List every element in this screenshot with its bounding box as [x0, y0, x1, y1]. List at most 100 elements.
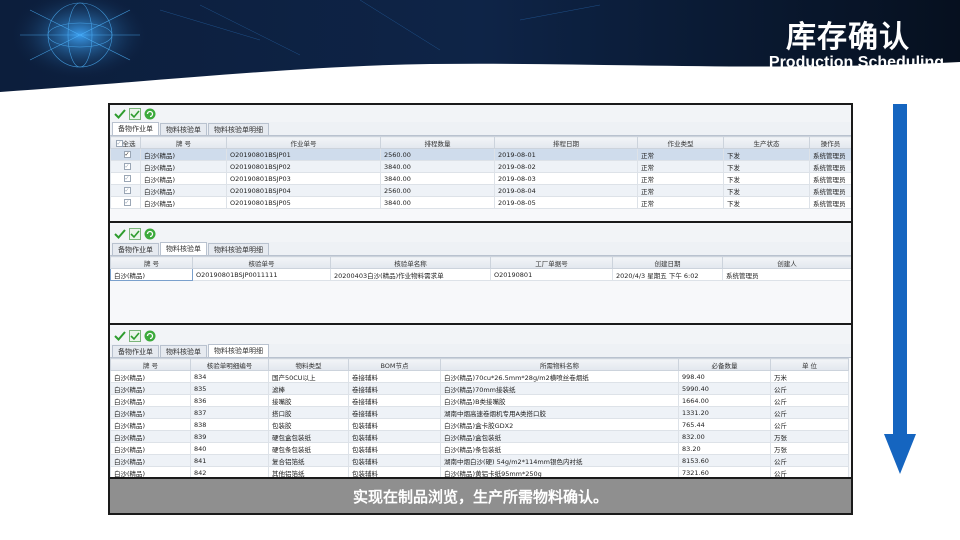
toolbar — [110, 105, 851, 122]
column-header[interactable]: 单 位 — [770, 358, 849, 371]
check-save-icon[interactable] — [113, 329, 126, 342]
table-cell: 湖南中烟白沙(硬) 54g/m2*114mm银色内衬纸 — [440, 454, 679, 467]
check-save-icon[interactable] — [113, 107, 126, 120]
row-checkbox[interactable]: ✓ — [123, 187, 131, 194]
check-save-icon[interactable] — [113, 227, 126, 240]
tab-verification-detail[interactable]: 物料核验单明细 — [208, 123, 269, 135]
refresh-icon[interactable] — [143, 329, 156, 342]
table-row[interactable]: 白沙(精品) O20190801BSJP0011111 20200403白沙(精… — [110, 268, 851, 281]
column-header[interactable]: 创建人 — [722, 256, 851, 269]
table-cell: 白沙(精品) — [110, 406, 191, 419]
table-cell: 公斤 — [770, 382, 849, 395]
table-cell: 838 — [190, 418, 269, 431]
column-header[interactable]: 必备数量 — [678, 358, 771, 371]
table-cell: 系统管理员 — [809, 160, 851, 173]
table-row[interactable]: 白沙(精品) 841 复合铝箔纸 包装辅料 湖南中烟白沙(硬) 54g/m2*1… — [110, 454, 849, 467]
row-checkbox[interactable]: ✓ — [123, 151, 131, 158]
table-cell: 2560.00 — [380, 148, 495, 161]
column-header[interactable]: 创建日期 — [612, 256, 723, 269]
work-order-panel: 备物作业单 物料核验单 物料核验单明细 ✓全选 牌 号 作业单号 排程数量 排程… — [110, 105, 851, 223]
table-row[interactable]: 白沙(精品) 835 滤棒 卷接辅料 白沙(精品)70mm接装纸 5990.40… — [110, 382, 849, 395]
column-header[interactable]: 核验单明细编号 — [190, 358, 269, 371]
table-cell: 下发 — [723, 160, 810, 173]
row-checkbox[interactable]: ✓ — [123, 163, 131, 170]
row-checkbox-cell[interactable]: ✓ — [110, 184, 141, 197]
column-header[interactable]: 物料类型 — [268, 358, 349, 371]
select-all-header[interactable]: ✓全选 — [110, 136, 141, 149]
table-cell: 正常 — [637, 184, 724, 197]
tab-verification-order[interactable]: 物料核验单 — [160, 123, 207, 135]
column-header[interactable]: 生产状态 — [723, 136, 810, 149]
table-row[interactable]: ✓ 白沙(精品) O20190801BSJP04 2560.00 2019-08… — [110, 184, 851, 197]
table-cell: 2020/4/3 星期五 下午 6:02 — [612, 268, 723, 281]
table-cell: 系统管理员 — [809, 148, 851, 161]
column-header[interactable]: 作业单号 — [226, 136, 381, 149]
tab-work-order[interactable]: 备物作业单 — [112, 345, 159, 357]
tab-work-order[interactable]: 备物作业单 — [112, 243, 159, 255]
table-row[interactable]: 白沙(精品) 842 其他铝箔纸 包装辅料 白沙(精品)黄铝卡纸95mm*250… — [110, 466, 849, 477]
row-checkbox[interactable]: ✓ — [123, 175, 131, 182]
table-cell: 下发 — [723, 172, 810, 185]
check-confirm-icon[interactable] — [128, 107, 141, 120]
table-row[interactable]: ✓ 白沙(精品) O20190801BSJP02 3840.00 2019-08… — [110, 160, 851, 173]
tab-verification-detail[interactable]: 物料核验单明细 — [208, 344, 269, 357]
table-row[interactable]: ✓ 白沙(精品) O20190801BSJP03 3840.00 2019-08… — [110, 172, 851, 185]
table-cell: 包装辅料 — [348, 454, 441, 467]
table-cell: 998.40 — [678, 370, 771, 383]
column-header[interactable]: 排程日期 — [494, 136, 638, 149]
table-cell: 复合铝箔纸 — [268, 454, 349, 467]
refresh-icon[interactable] — [143, 227, 156, 240]
table-cell: O20190801BSJP0011111 — [192, 268, 331, 281]
table-cell: 正常 — [637, 148, 724, 161]
table-cell: 系统管理员 — [809, 172, 851, 185]
check-confirm-icon[interactable] — [128, 227, 141, 240]
table-cell: 卷接辅料 — [348, 394, 441, 407]
row-checkbox-cell[interactable]: ✓ — [110, 148, 141, 161]
table-cell: 8153.60 — [678, 454, 771, 467]
table-cell: 白沙(精品) — [110, 370, 191, 383]
table-row[interactable]: 白沙(精品) 840 硬包条包装纸 包装辅料 白沙(精品)条包装纸 83.20 … — [110, 442, 849, 455]
column-header[interactable]: 核验单名称 — [330, 256, 491, 269]
table-cell: 2019-08-05 — [494, 196, 638, 209]
column-header[interactable]: 核验单号 — [192, 256, 331, 269]
table-cell: 3840.00 — [380, 196, 495, 209]
row-checkbox[interactable]: ✓ — [123, 199, 131, 206]
column-header[interactable]: 牌 号 — [110, 358, 191, 371]
table-row[interactable]: ✓ 白沙(精品) O20190801BSJP05 3840.00 2019-08… — [110, 196, 851, 209]
table-row[interactable]: 白沙(精品) 836 接嘴胶 卷接辅料 白沙(精品)B类接嘴胶 1664.00 … — [110, 394, 849, 407]
column-header[interactable]: 工厂单据号 — [490, 256, 613, 269]
table-row[interactable]: 白沙(精品) 839 硬包盒包装纸 包装辅料 白沙(精品)盒包装纸 832.00… — [110, 430, 849, 443]
table-cell: 白沙(精品) — [110, 268, 193, 281]
tab-work-order[interactable]: 备物作业单 — [112, 122, 159, 135]
table-row[interactable]: ✓ 白沙(精品) O20190801BSJP01 2560.00 2019-08… — [110, 148, 851, 161]
table-cell: O20190801BSJP02 — [226, 160, 381, 173]
down-arrow-icon — [884, 104, 916, 474]
table-cell: 白沙(精品)70cu*26.5mm*28g/m2横喷丝卷烟纸 — [440, 370, 679, 383]
row-checkbox-cell[interactable]: ✓ — [110, 196, 141, 209]
table-cell: 公斤 — [770, 394, 849, 407]
table-cell: 835 — [190, 382, 269, 395]
column-header[interactable]: 操作员 — [809, 136, 851, 149]
table-row[interactable]: 白沙(精品) 837 搭口胶 卷接辅料 湖南中烟高速卷烟机专用A类搭口胶 133… — [110, 406, 849, 419]
tab-verification-detail[interactable]: 物料核验单明细 — [208, 243, 269, 255]
select-all-checkbox[interactable]: ✓ — [115, 140, 123, 147]
table-cell: O20190801BSJP03 — [226, 172, 381, 185]
tab-verification-order[interactable]: 物料核验单 — [160, 345, 207, 357]
table-row[interactable]: 白沙(精品) 838 包装胶 包装辅料 白沙(精品)盒卡胶GDX2 765.44… — [110, 418, 849, 431]
column-header[interactable]: 作业类型 — [637, 136, 724, 149]
check-confirm-icon[interactable] — [128, 329, 141, 342]
refresh-icon[interactable] — [143, 107, 156, 120]
row-checkbox-cell[interactable]: ✓ — [110, 172, 141, 185]
column-header[interactable]: 所需物料名称 — [440, 358, 679, 371]
table-cell: 白沙(精品)盒包装纸 — [440, 430, 679, 443]
column-header[interactable]: 牌 号 — [110, 256, 193, 269]
column-header[interactable]: 牌 号 — [140, 136, 227, 149]
table-row[interactable]: 白沙(精品) 834 国产50CU以上 卷接辅料 白沙(精品)70cu*26.5… — [110, 370, 849, 383]
tab-verification-order[interactable]: 物料核验单 — [160, 242, 207, 255]
column-header[interactable]: 排程数量 — [380, 136, 495, 149]
table-cell: 系统管理员 — [809, 184, 851, 197]
table-cell: 硬包盒包装纸 — [268, 430, 349, 443]
column-header[interactable]: BOM节点 — [348, 358, 441, 371]
table-cell: O20190801BSJP04 — [226, 184, 381, 197]
row-checkbox-cell[interactable]: ✓ — [110, 160, 141, 173]
